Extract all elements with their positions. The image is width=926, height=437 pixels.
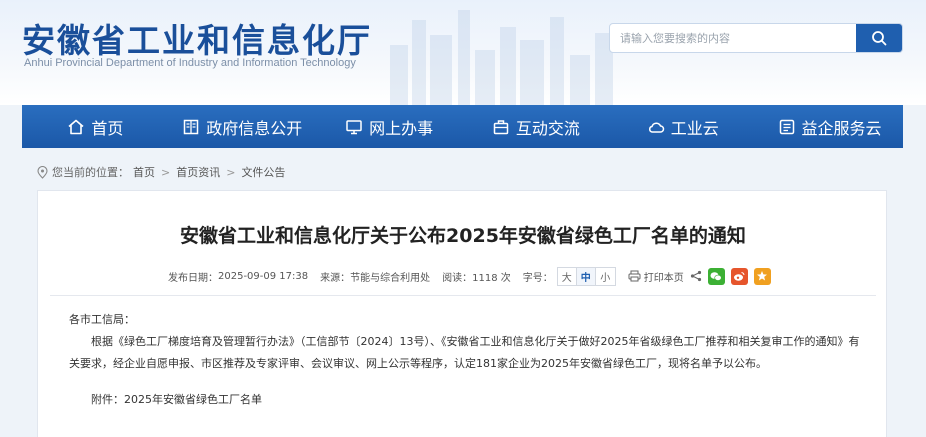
breadcrumb-item-news[interactable]: 首页资讯 <box>176 164 220 180</box>
site-header: 安徽省工业和信息化厅 Anhui Provincial Department o… <box>0 0 926 105</box>
share-icon[interactable] <box>690 270 702 282</box>
publish-date: 2025-09-09 17:38 <box>218 270 309 282</box>
breadcrumb-prefix: 您当前的位置： <box>52 166 129 179</box>
views-count: 1118 次 <box>472 272 511 284</box>
breadcrumb-separator: > <box>161 165 171 179</box>
font-size-medium-button[interactable]: 中 <box>576 267 596 285</box>
favorite-star-icon[interactable] <box>753 267 771 285</box>
nav-item-home[interactable]: 首页 <box>22 105 169 148</box>
views-label: 阅读： <box>442 272 473 284</box>
nav-label: 网上办事 <box>369 118 434 138</box>
article-title: 安徽省工业和信息化厅关于公布2025年安徽省绿色工厂名单的通知 <box>180 225 746 247</box>
print-label: 打印本页 <box>643 272 684 284</box>
font-size-label: 字号： <box>522 272 553 284</box>
site-subtitle: Anhui Provincial Department of Industry … <box>24 57 356 69</box>
skyline-decoration <box>380 0 640 105</box>
search-box <box>609 23 903 53</box>
article-meta: 发布日期： 2025-09-09 17:38 来源： 节能与综合利用处 阅读： … <box>168 266 771 286</box>
cloud-icon <box>648 121 664 133</box>
source-label: 来源： <box>320 272 351 284</box>
attachment-link[interactable]: 附件：2025年安徽省绿色工厂名单 <box>69 389 869 411</box>
nav-item-enterprise-service-cloud[interactable]: 益企服务云 <box>756 105 903 148</box>
date-label: 发布日期： <box>168 272 218 284</box>
article-paragraph: 根据《绿色工厂梯度培育及管理暂行办法》（工信部节〔2024〕13号）、《安徽省工… <box>69 335 860 370</box>
font-size-selector: 大 中 小 <box>556 266 616 286</box>
meta-divider <box>50 295 876 296</box>
briefcase-icon <box>493 119 509 134</box>
nav-item-industrial-cloud[interactable]: 工业云 <box>609 105 756 148</box>
wechat-share-icon[interactable] <box>707 267 725 285</box>
monitor-icon <box>346 119 362 134</box>
font-size-small-button[interactable]: 小 <box>596 268 615 285</box>
nav-item-online-service[interactable]: 网上办事 <box>316 105 463 148</box>
search-icon <box>872 31 887 46</box>
nav-label: 首页 <box>91 118 124 138</box>
article-panel: 安徽省工业和信息化厅关于公布2025年安徽省绿色工厂名单的通知 发布日期： 20… <box>37 190 887 437</box>
article-body: 各市工信局： 根据《绿色工厂梯度培育及管理暂行办法》（工信部节〔2024〕13号… <box>69 309 869 411</box>
breadcrumb-item-home[interactable]: 首页 <box>133 164 155 180</box>
location-pin-icon <box>37 165 48 179</box>
search-button[interactable] <box>856 24 902 52</box>
nav-item-interaction[interactable]: 互动交流 <box>462 105 609 148</box>
breadcrumb-separator: > <box>226 165 236 179</box>
nav-label: 政府信息公开 <box>206 118 303 138</box>
home-icon <box>68 119 84 134</box>
weibo-share-icon[interactable] <box>730 267 748 285</box>
font-size-large-button[interactable]: 大 <box>558 267 577 285</box>
list-icon <box>779 119 794 134</box>
main-nav: 首页 政府信息公开 网上办事 互动交流 工业云 益企服务云 <box>22 105 903 148</box>
search-input[interactable] <box>610 24 857 52</box>
breadcrumb: 您当前的位置： 首页 > 首页资讯 > 文件公告 <box>37 163 285 181</box>
print-link[interactable]: 打印本页 <box>628 269 684 284</box>
nav-label: 工业云 <box>670 118 719 138</box>
salutation: 各市工信局： <box>69 313 135 326</box>
site-title[interactable]: 安徽省工业和信息化厅 <box>22 14 372 62</box>
nav-label: 益企服务云 <box>801 118 882 138</box>
breadcrumb-item-announcements[interactable]: 文件公告 <box>241 164 285 180</box>
nav-item-gov-info[interactable]: 政府信息公开 <box>169 105 316 148</box>
source-value: 节能与综合利用处 <box>350 272 431 284</box>
document-icon <box>183 119 199 134</box>
nav-label: 互动交流 <box>515 118 580 138</box>
printer-icon <box>628 270 641 282</box>
